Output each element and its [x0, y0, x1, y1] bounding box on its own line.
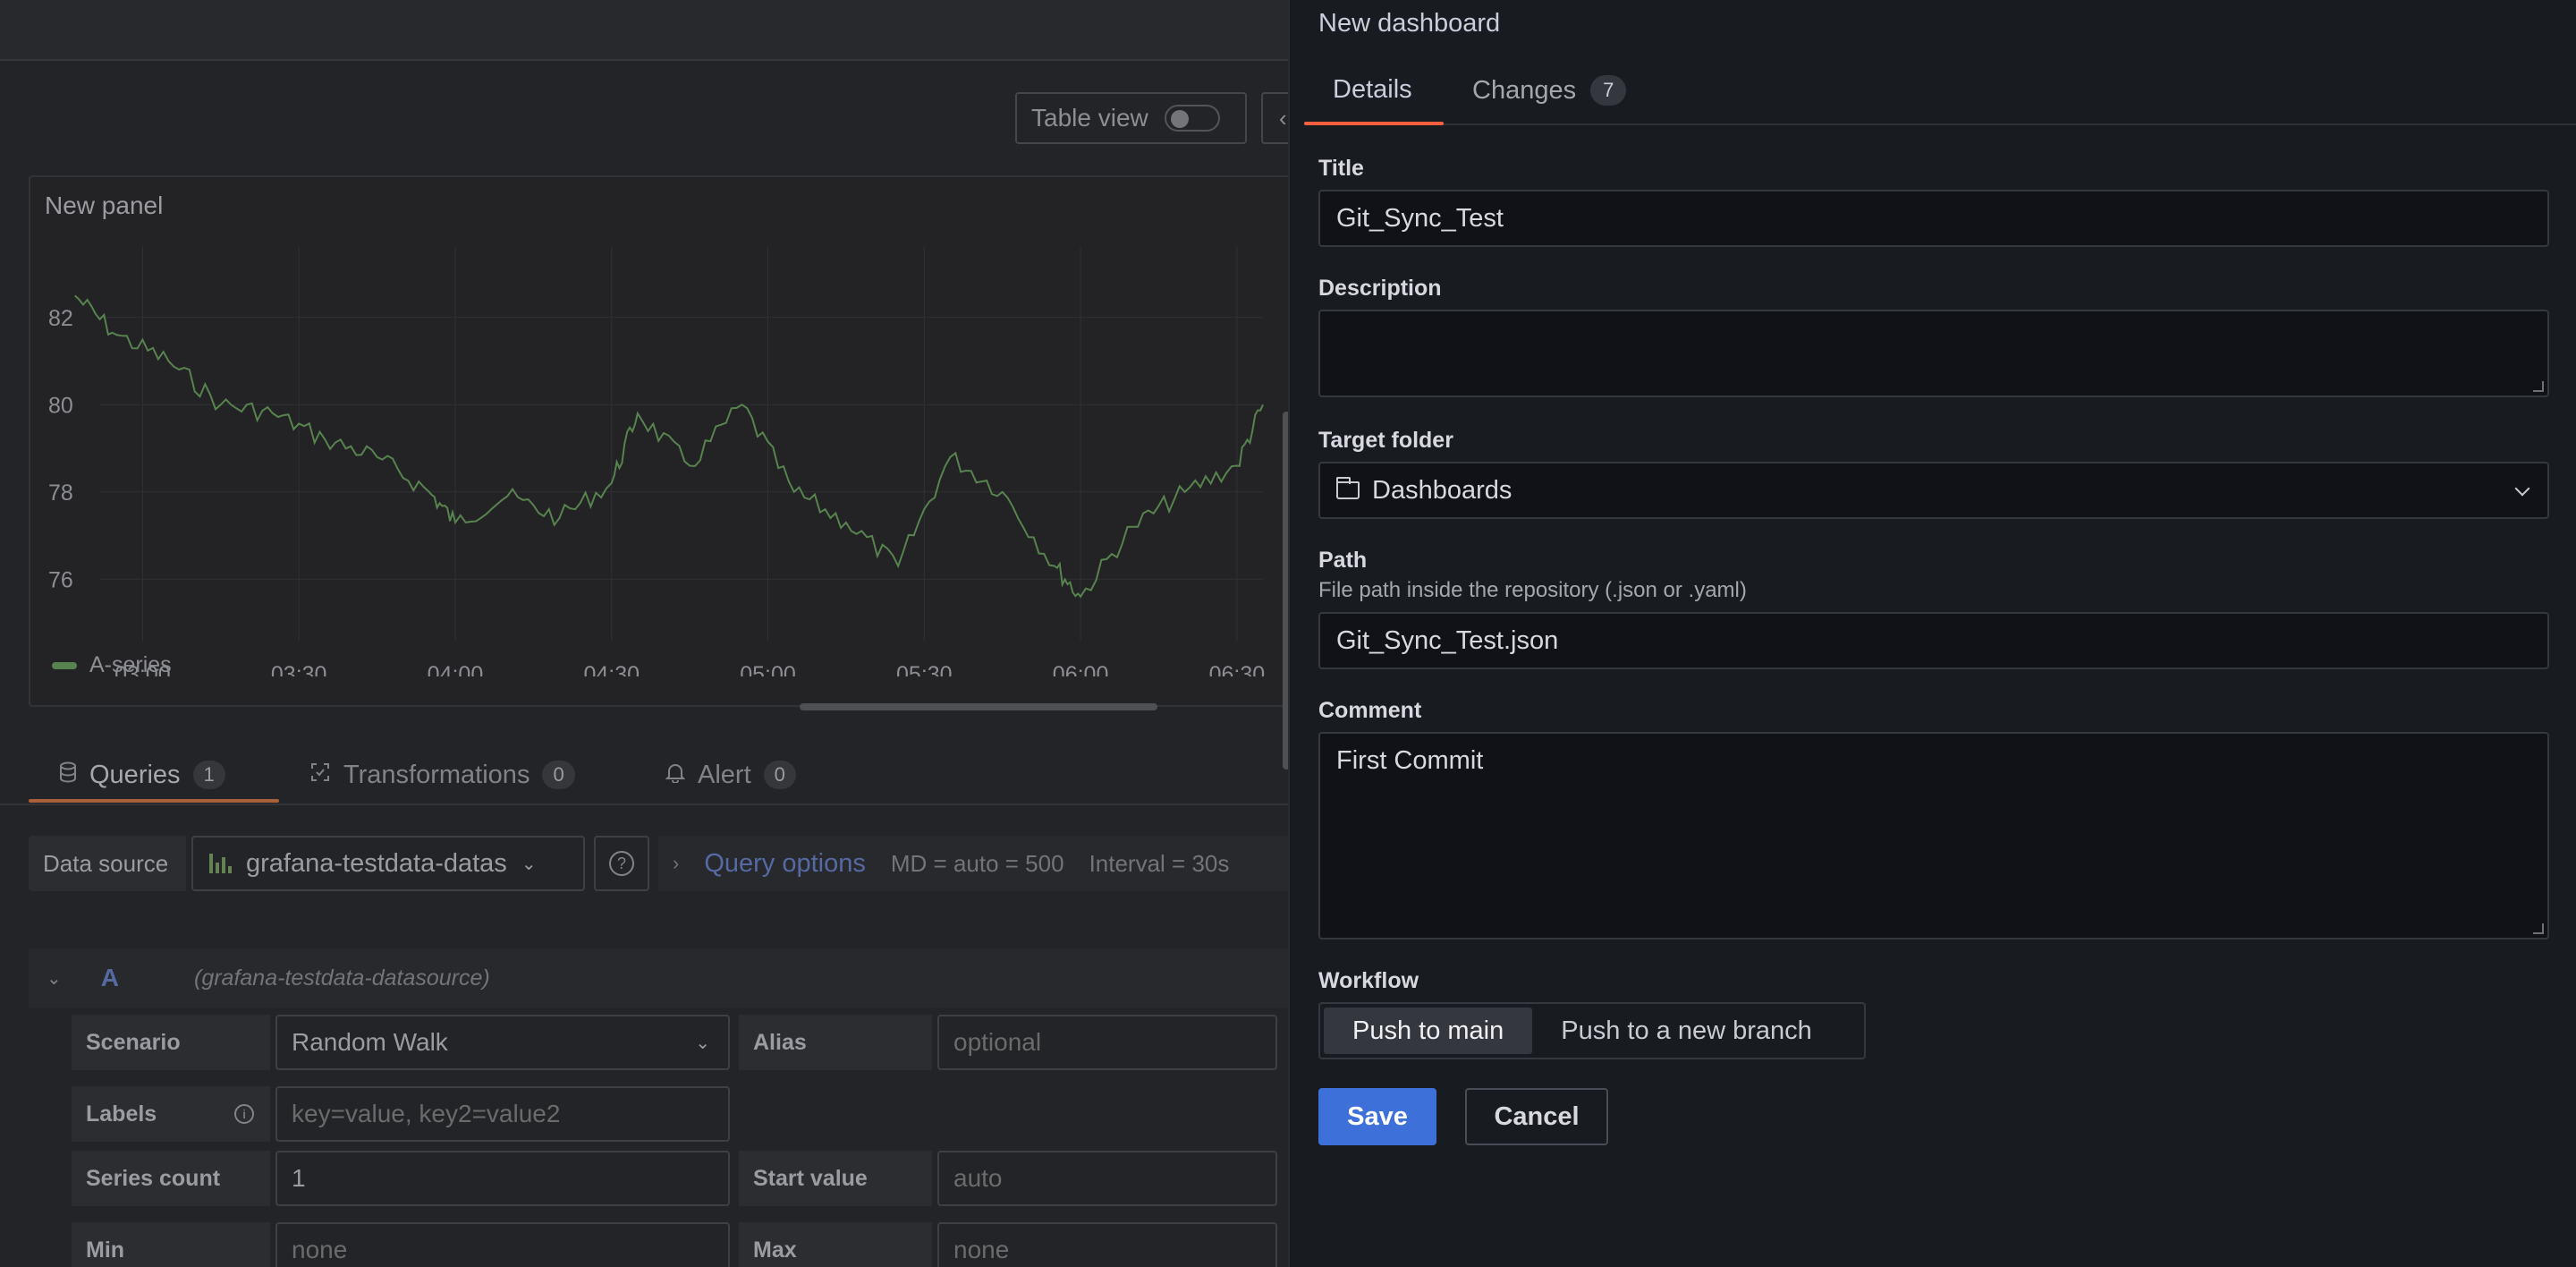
- tab-label: Changes: [1472, 75, 1577, 105]
- chevron-down-icon: [2514, 480, 2530, 497]
- path-input[interactable]: [1318, 612, 2549, 669]
- workflow-option-push-to-main[interactable]: Push to main: [1324, 1008, 1533, 1054]
- target-folder-picker[interactable]: Dashboards: [1318, 462, 2549, 519]
- comment-textarea[interactable]: First Commit: [1318, 732, 2549, 940]
- tab-changes[interactable]: Changes 7: [1472, 75, 1627, 106]
- tab-label: Details: [1333, 75, 1412, 104]
- panel-editor: Table view ‹ New panel 76 78 80 82 03:00 03:3…: [0, 0, 1288, 1267]
- save-dashboard-drawer: New dashboard Details Changes 7 Title De…: [1288, 0, 2576, 1267]
- resize-handle-icon[interactable]: [2533, 381, 2544, 392]
- tab-details[interactable]: Details: [1333, 75, 1412, 105]
- drawer-title: New dashboard: [1318, 9, 1501, 38]
- drawer-backdrop[interactable]: [0, 0, 1288, 1267]
- active-tab-indicator: [1304, 122, 1444, 125]
- target-folder-label: Target folder: [1318, 428, 1453, 453]
- save-button[interactable]: Save: [1318, 1088, 1436, 1145]
- description-textarea[interactable]: [1318, 310, 2549, 397]
- workflow-option-new-branch[interactable]: Push to a new branch: [1532, 1008, 1841, 1054]
- resize-handle-icon[interactable]: [2533, 923, 2544, 934]
- changes-count-badge: 7: [1590, 75, 1627, 106]
- path-description: File path inside the repository (.json o…: [1318, 578, 1747, 602]
- target-folder-value: Dashboards: [1372, 475, 1513, 505]
- cancel-button[interactable]: Cancel: [1465, 1088, 1608, 1145]
- title-label: Title: [1318, 156, 1364, 181]
- path-label: Path: [1318, 548, 1368, 573]
- workflow-label: Workflow: [1318, 968, 1419, 993]
- comment-label: Comment: [1318, 698, 1422, 723]
- title-input[interactable]: [1318, 190, 2549, 247]
- workflow-radio-group: Push to main Push to a new branch: [1318, 1002, 1866, 1059]
- description-label: Description: [1318, 276, 1442, 301]
- folder-icon: [1336, 477, 1360, 499]
